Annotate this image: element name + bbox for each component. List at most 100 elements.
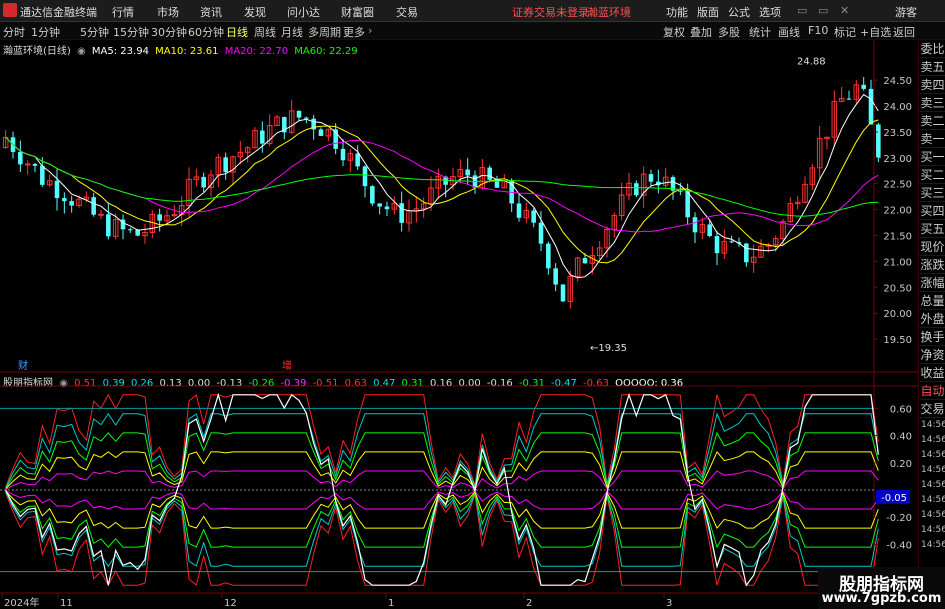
period-60min[interactable]: 60分钟 (188, 24, 224, 40)
restore-icon[interactable]: ▭ (818, 4, 828, 17)
candle-body (106, 214, 111, 237)
candle-body (340, 148, 346, 161)
price-label: 20.50 (883, 283, 912, 294)
period-multi[interactable]: 多周期 (308, 24, 341, 40)
tool-add-watchlist[interactable]: +自选 (860, 24, 891, 40)
candle-body (692, 217, 698, 233)
candle-body (98, 213, 104, 216)
indicator-lines (0, 392, 879, 587)
site-watermark: 股朋指标网 www.7gpzb.com (818, 567, 945, 609)
candle-body (135, 230, 140, 236)
menu-xuanxiang[interactable]: 选项 (759, 4, 781, 20)
period-fenshi[interactable]: 分时 (3, 24, 25, 40)
quote-side-panel: 委比 卖五 卖四 卖三 卖二 卖一 买一 买二 买三 买四 买五 现价 涨跌 涨幅 总量 外盘 换手 净资 收益 自动… (918, 40, 945, 609)
tool-biaoji[interactable]: 标记 (834, 24, 856, 40)
side-trade[interactable]: 交易 (919, 400, 945, 418)
candle-body (531, 210, 536, 223)
side-item[interactable]: 涨跌 (919, 256, 945, 274)
period-monthly[interactable]: 月线 (281, 24, 303, 40)
candle-body (296, 110, 302, 118)
tool-diejia[interactable]: 叠加 (690, 24, 712, 40)
menu-shichang[interactable]: 市场 (157, 4, 179, 20)
x-label: 12 (224, 598, 237, 609)
side-item[interactable]: 买三 (919, 184, 945, 202)
candle-body (487, 167, 492, 180)
candle-body (707, 224, 712, 237)
candle-body (876, 124, 881, 158)
menu-banmian[interactable]: 版面 (697, 4, 719, 20)
menu-gongshi[interactable]: 公式 (728, 4, 750, 20)
side-item[interactable]: 卖四 (919, 76, 945, 94)
side-item[interactable]: 换手 (919, 328, 945, 346)
side-item[interactable]: 卖三 (919, 94, 945, 112)
candle-body (744, 243, 749, 263)
period-more[interactable]: 更多 (343, 24, 365, 40)
event-marker-cai: 财 (18, 359, 28, 372)
side-item[interactable]: 外盘 (919, 310, 945, 328)
candle-body (260, 130, 265, 144)
side-item[interactable]: 总量 (919, 292, 945, 310)
side-item[interactable]: 涨幅 (919, 274, 945, 292)
candle-body (318, 129, 324, 136)
tool-huaxian[interactable]: 画线 (778, 24, 800, 40)
tool-duogu[interactable]: 多股 (718, 24, 740, 40)
menu-faxian[interactable]: 发现 (244, 4, 266, 20)
side-time: 14:56 (921, 540, 945, 550)
period-1min[interactable]: 1分钟 (31, 24, 60, 40)
side-item[interactable]: 委比 (919, 40, 945, 58)
tool-tongji[interactable]: 统计 (749, 24, 771, 40)
side-item[interactable]: 买二 (919, 166, 945, 184)
indicator-band (5, 450, 879, 490)
side-time: 14:56 (921, 435, 945, 445)
kline-chart[interactable]: 24.50 24.00 23.50 23.00 22.50 22.00 21.50 21.00… (0, 40, 918, 609)
more-chevron-icon[interactable]: › (368, 24, 372, 37)
menu-jiaoyi[interactable]: 交易 (396, 4, 418, 20)
indicator-band (5, 491, 879, 568)
tool-f10[interactable]: F10 (808, 24, 828, 37)
app-title: 通达信金融终端 (20, 6, 97, 19)
side-time: 14:56 (921, 510, 945, 520)
price-label: 19.50 (883, 335, 912, 346)
tool-fuquan[interactable]: 复权 (663, 24, 685, 40)
guest-user[interactable]: 游客 (895, 4, 917, 20)
side-item[interactable]: 买一 (919, 148, 945, 166)
x-label: 2024年 (4, 596, 39, 609)
price-label: 22.00 (883, 206, 912, 217)
ind-label: 0.60 (890, 404, 912, 415)
candle-body (560, 284, 566, 302)
menu-bar: 通达信金融终端 行情 市场 资讯 发现 问小达 财富圈 交易 证券交易未登录 瀚… (0, 0, 945, 22)
period-toolbar: 分时 1分钟 5分钟 15分钟 30分钟 60分钟 日线 周线 月线 多周期 更… (0, 22, 945, 40)
close-window-icon[interactable]: ✕ (840, 4, 849, 17)
menu-hangqing[interactable]: 行情 (112, 4, 134, 20)
side-item[interactable]: 净资 (919, 346, 945, 364)
period-daily[interactable]: 日线 (226, 24, 248, 40)
side-item[interactable]: 卖二 (919, 112, 945, 130)
menu-wenxiaoda[interactable]: 问小达 (287, 4, 320, 20)
side-item[interactable]: 卖五 (919, 58, 945, 76)
side-auto[interactable]: 自动 (919, 382, 945, 400)
menu-caifuquan[interactable]: 财富圈 (341, 4, 374, 20)
candle-body (861, 84, 866, 89)
menu-zixun[interactable]: 资讯 (200, 4, 222, 20)
period-30min[interactable]: 30分钟 (151, 24, 187, 40)
side-item[interactable]: 买四 (919, 202, 945, 220)
side-item[interactable]: 收益 (919, 364, 945, 382)
indicator-band (5, 431, 879, 489)
period-weekly[interactable]: 周线 (254, 24, 276, 40)
candle-body (465, 169, 470, 176)
current-value-label: -0.05 (881, 493, 907, 504)
side-item[interactable]: 卖一 (919, 130, 945, 148)
period-5min[interactable]: 5分钟 (80, 24, 109, 40)
candle-body (362, 166, 368, 187)
menu-gongneng[interactable]: 功能 (666, 4, 688, 20)
side-item[interactable]: 现价 (919, 238, 945, 256)
trade-login-warning[interactable]: 证券交易未登录 (512, 4, 589, 20)
candle-body (201, 176, 206, 188)
candle-body (40, 165, 45, 185)
candle-body (69, 201, 74, 206)
candle-group (2, 77, 881, 309)
minimize-icon[interactable]: ▭ (797, 4, 807, 17)
side-item[interactable]: 买五 (919, 220, 945, 238)
period-15min[interactable]: 15分钟 (113, 24, 149, 40)
tool-back[interactable]: 返回 (893, 24, 915, 40)
